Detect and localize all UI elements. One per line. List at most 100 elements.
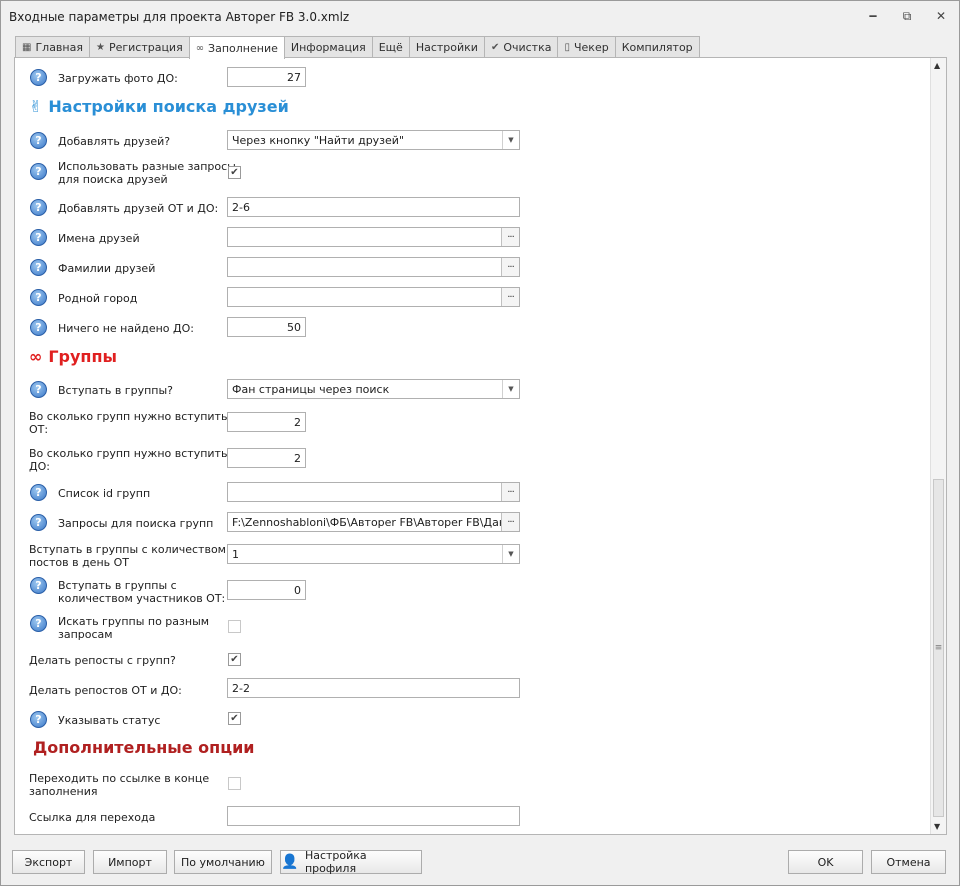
nothing-found-input[interactable]: 50 [227,317,306,337]
group-ids-label: Список id групп [58,487,151,500]
reposts-range-input[interactable]: 2-2 [227,678,520,698]
diff-queries-checkbox[interactable]: ✔ [228,166,241,179]
help-icon[interactable]: ? [30,615,47,632]
friend-surnames-label: Фамилии друзей [58,262,156,275]
section-title-text: Группы [48,347,117,366]
help-icon[interactable]: ? [30,199,47,216]
minimize-button[interactable]: 🗕 [863,7,883,25]
tab-compiler[interactable]: Компилятор [614,36,700,58]
tab-filling[interactable]: ∞ Заполнение [188,36,285,59]
groups-from-input[interactable]: 2 [227,412,306,432]
browse-button[interactable]: ··· [501,288,519,306]
label-line: Вступать в группы с количеством [29,543,226,556]
link-input[interactable] [227,806,520,826]
help-icon[interactable]: ? [30,132,47,149]
help-icon[interactable]: ? [30,711,47,728]
groups-to-input[interactable]: 2 [227,448,306,468]
help-icon[interactable]: ? [30,259,47,276]
home-icon: ▦ [22,42,32,53]
tab-label: Компилятор [621,41,693,54]
dialog-window: Входные параметры для проекта Автореr FB… [0,0,960,886]
label-line: для поиска друзей [58,173,168,186]
follow-link-checkbox[interactable] [228,777,241,790]
group-queries-input[interactable]: F:\Zennoshabloni\ФБ\Автореr FB\Автореr F… [227,512,520,532]
tab-more[interactable]: Ещё [371,36,410,58]
import-button[interactable]: Импорт [93,850,167,874]
nothing-found-label: Ничего не найдено ДО: [58,322,194,335]
groups-section-icon: ∞ [29,347,43,366]
select-value: 1 [232,547,239,561]
restore-button[interactable]: ⧉ [897,7,917,25]
label-line: Вступать в группы с [58,579,177,592]
check-icon: ✔ [230,713,239,724]
title-bar: Входные параметры для проекта Автореr FB… [1,1,959,33]
photo-to-input[interactable]: 27 [227,67,306,87]
profile-settings-button[interactable]: 👤 Настройка профиля [280,849,422,875]
window-controls: 🗕 ⧉ ✕ [863,7,951,25]
members-from-label: Вступать в группы с количеством участник… [58,579,225,605]
search-diff-checkbox[interactable] [228,620,241,633]
browse-button[interactable]: ··· [501,513,519,531]
help-icon[interactable]: ? [30,484,47,501]
tab-settings[interactable]: Настройки [408,36,485,58]
friends-range-input[interactable]: 2-6 [227,197,520,217]
help-icon[interactable]: ? [30,229,47,246]
section-title-text: Дополнительные опции [33,738,255,757]
reposts-checkbox[interactable]: ✔ [228,653,241,666]
select-value: Через кнопку "Найти друзей" [232,133,405,147]
posts-per-day-select[interactable]: 1 ▼ [227,544,520,564]
friend-names-input[interactable]: ··· [227,227,520,247]
settings-panel: ? Загружать фото ДО: 27 ✌ Настройки поис… [14,57,947,835]
posts-per-day-label: Вступать в группы с количеством постов в… [29,543,226,569]
tab-main[interactable]: ▦ Главная [15,36,90,58]
browse-button[interactable]: ··· [501,483,519,501]
search-diff-label: Искать группы по разным запросам [58,615,209,641]
window-title: Входные параметры для проекта Автореr FB… [9,10,350,24]
chevron-down-icon[interactable]: ▼ [502,545,519,563]
home-city-input[interactable]: ··· [227,287,520,307]
cancel-button[interactable]: Отмена [871,850,946,874]
tab-label: Очистка [503,41,552,54]
ok-button[interactable]: OK [788,850,863,874]
join-groups-select[interactable]: Фан страницы через поиск ▼ [227,379,520,399]
export-button[interactable]: Экспорт [12,850,85,874]
help-icon[interactable]: ? [30,381,47,398]
reposts-range-label: Делать репостов ОТ и ДО: [29,684,182,697]
help-icon[interactable]: ? [30,289,47,306]
photo-to-label: Загружать фото ДО: [58,72,178,85]
vertical-scrollbar[interactable]: ▲ ≡ ▼ [930,58,946,834]
tab-checker[interactable]: ▯ Чекер [557,36,616,58]
members-from-input[interactable]: 0 [227,580,306,600]
add-friends-select[interactable]: Через кнопку "Найти друзей" ▼ [227,130,520,150]
label-line: Искать группы по разным [58,615,210,628]
help-icon[interactable]: ? [30,577,47,594]
label-line: ОТ: [29,423,49,436]
chevron-down-icon[interactable]: ▼ [502,131,519,149]
help-icon[interactable]: ? [30,514,47,531]
group-ids-input[interactable]: ··· [227,482,520,502]
help-icon[interactable]: ? [30,163,47,180]
chevron-down-icon[interactable]: ▼ [502,380,519,398]
label-line: Во сколько групп нужно вступить [29,447,228,460]
tab-registration[interactable]: ★ Регистрация [88,36,190,58]
join-groups-label: Вступать в группы? [58,384,173,397]
close-button[interactable]: ✕ [931,7,951,25]
scroll-down-icon[interactable]: ▼ [934,822,940,831]
help-icon[interactable]: ? [30,69,47,86]
friend-surnames-input[interactable]: ··· [227,257,520,277]
scroll-thumb[interactable]: ≡ [933,479,944,817]
help-icon[interactable]: ? [30,319,47,336]
extra-section-title: Дополнительные опции [33,738,255,757]
tab-cleanup[interactable]: ✔ Очистка [483,36,559,58]
browse-button[interactable]: ··· [501,228,519,246]
friend-names-label: Имена друзей [58,232,140,245]
tab-label: Чекер [574,41,609,54]
tab-information[interactable]: Информация [283,36,373,58]
tab-label: Главная [35,41,83,54]
set-status-checkbox[interactable]: ✔ [228,712,241,725]
browse-button[interactable]: ··· [501,258,519,276]
default-button[interactable]: По умолчанию [174,850,272,874]
add-friends-label: Добавлять друзей? [58,135,171,148]
scroll-up-icon[interactable]: ▲ [934,61,940,70]
set-status-label: Указывать статус [58,714,161,727]
